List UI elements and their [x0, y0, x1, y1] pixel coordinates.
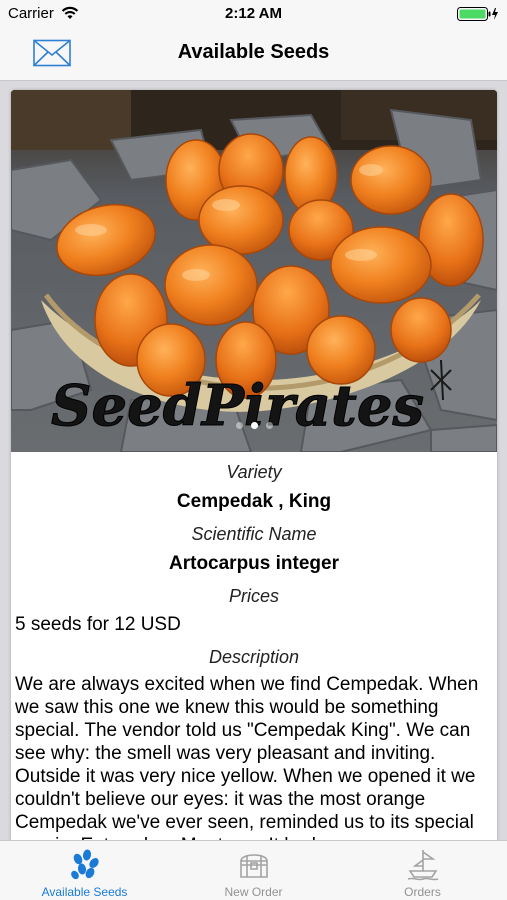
prices-label: Prices [228, 586, 279, 606]
tab-label-orders: Orders [404, 885, 441, 899]
page-title: Available Seeds [177, 41, 330, 63]
seeds-icon [70, 849, 99, 880]
chest-icon [239, 854, 268, 878]
description-text: We are always excited when we find Cempe… [15, 674, 479, 850]
page-dot[interactable] [250, 422, 258, 429]
status-bar: Carrier 2:12 AM [0, 0, 507, 28]
clock-time: 2:12 AM [225, 5, 282, 22]
seed-details: Variety Cempedak , King Scientific Name … [11, 461, 497, 850]
seed-detail-scroll[interactable]: SeedPirates Variety Cempedak , King Scie… [0, 81, 507, 850]
variety-value: Cempedak , King [176, 491, 332, 512]
page-dot[interactable] [265, 422, 273, 429]
app-screen: Carrier 2:12 AM Available Seeds SeedPira… [0, 0, 507, 900]
description-label: Description [208, 647, 300, 667]
carousel-page-indicator[interactable] [11, 416, 497, 429]
scientific-name-label: Scientific Name [191, 524, 317, 544]
seed-image-carousel[interactable]: SeedPirates [11, 90, 497, 452]
tab-label-available-seeds: Available Seeds [41, 885, 128, 899]
page-dot[interactable] [235, 422, 243, 429]
navigation-bar: Available Seeds [0, 28, 507, 81]
tab-bar: Available Seeds New Order Orders [0, 840, 507, 900]
ship-icon [407, 850, 438, 881]
prices-value: 5 seeds for 12 USD [15, 614, 181, 635]
seedpirates-watermark: SeedPirates [51, 373, 424, 439]
battery-icon [457, 7, 498, 21]
cempedak-fruit-photo: SeedPirates [11, 90, 497, 452]
tab-available-seeds[interactable]: Available Seeds [0, 841, 169, 900]
tab-label-new-order: New Order [224, 885, 283, 899]
tab-orders[interactable]: Orders [338, 841, 507, 900]
scientific-name-value: Artocarpus integer [169, 553, 339, 574]
seed-card: SeedPirates Variety Cempedak , King Scie… [11, 90, 497, 850]
tab-new-order[interactable]: New Order [169, 841, 338, 900]
variety-label: Variety [226, 462, 282, 482]
